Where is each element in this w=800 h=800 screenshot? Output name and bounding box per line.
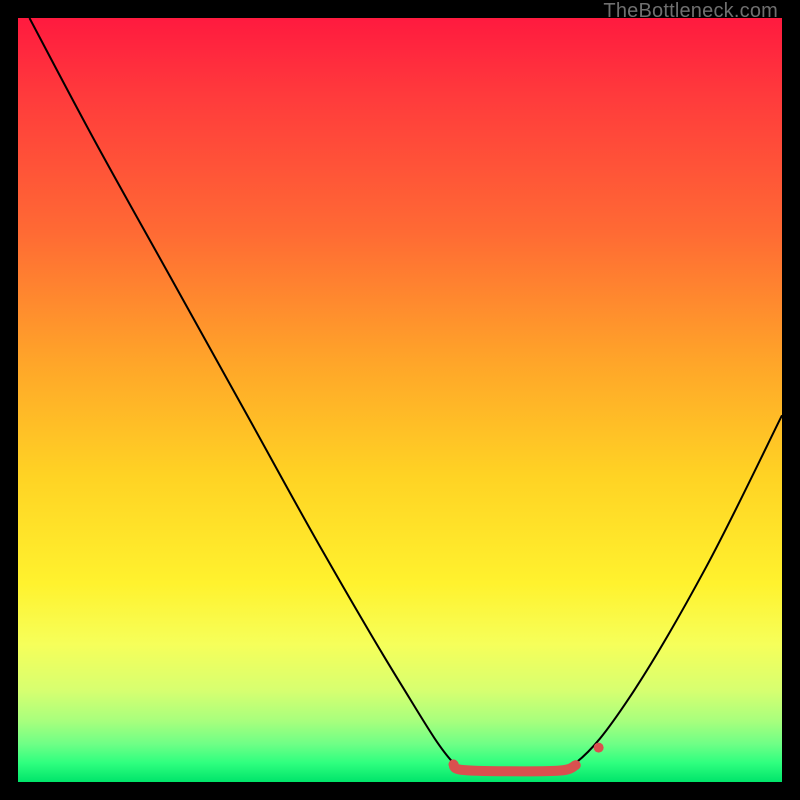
chart-svg [18, 18, 782, 782]
bottleneck-curve [29, 18, 782, 772]
chart-frame [18, 18, 782, 782]
optimal-range-marker [453, 764, 575, 771]
marker-dot [594, 743, 604, 753]
